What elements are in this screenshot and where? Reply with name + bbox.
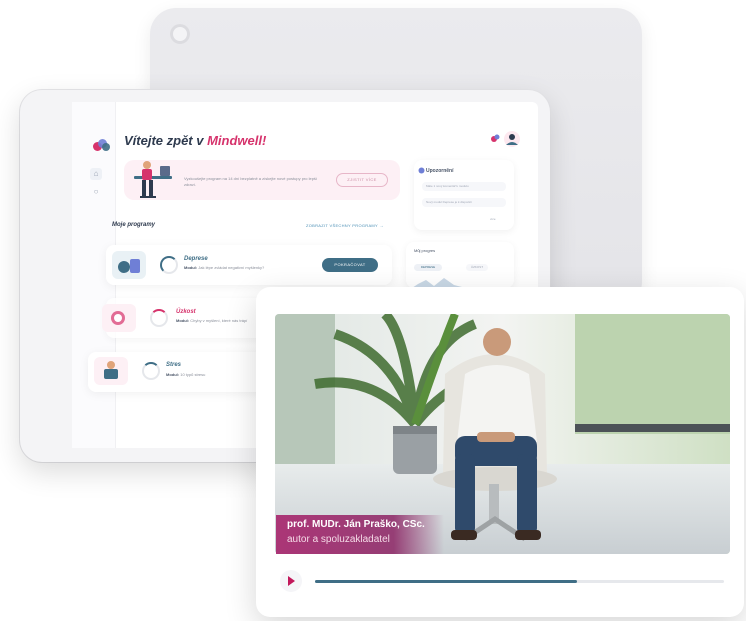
welcome-brand: Mindwell! bbox=[207, 133, 267, 148]
notification-item[interactable]: Nový modul Deprese je k dispozici bbox=[422, 198, 506, 207]
program-name: Deprese bbox=[184, 256, 208, 262]
notification-item[interactable]: Máte 1 nový komentář k modulu bbox=[422, 182, 506, 191]
notifications-more-link[interactable]: více bbox=[490, 217, 496, 221]
program-progress-ring bbox=[160, 256, 178, 274]
program-thumbnail bbox=[112, 251, 146, 279]
program-module: Modul: Jak lépe zvládat negativní myšlen… bbox=[184, 265, 265, 270]
program-progress-ring bbox=[142, 362, 160, 380]
hero-text: Vyzkoušejte program na 14 dní bezplatně … bbox=[184, 176, 318, 187]
programs-section-title: Moje programy bbox=[112, 222, 156, 228]
program-thumbnail bbox=[94, 357, 128, 385]
continue-button[interactable]: POKRAČOVAT bbox=[322, 258, 378, 272]
program-module: Modul: 10 typů stresu bbox=[166, 372, 206, 377]
user-area[interactable] bbox=[488, 130, 522, 148]
program-progress-ring bbox=[150, 309, 168, 327]
progress-tab[interactable]: ÚZKOST bbox=[466, 264, 488, 271]
program-name: Stres bbox=[166, 362, 182, 368]
home-icon[interactable]: ⌂ bbox=[90, 168, 102, 180]
person-at-desk-illustration bbox=[134, 161, 172, 198]
program-module: Modul: Chyby v myšlení, které nás trápí bbox=[176, 318, 248, 323]
page-title: Vítejte zpět v Mindwell! bbox=[124, 133, 266, 148]
progress-tab[interactable]: DEPRESE bbox=[414, 264, 442, 271]
camera-lens bbox=[170, 24, 190, 44]
bell-icon bbox=[418, 167, 425, 174]
notifications-title: Upozornění bbox=[426, 168, 454, 174]
chat-icon[interactable]: ○ bbox=[90, 186, 102, 198]
play-icon[interactable] bbox=[280, 570, 302, 592]
avatar[interactable] bbox=[504, 131, 520, 147]
progress-area-chart bbox=[412, 278, 466, 288]
see-all-programs-link[interactable]: ZOBRAZIT VŠECHNY PROGRAMY → bbox=[306, 223, 384, 228]
notification-icon[interactable] bbox=[491, 134, 500, 143]
program-name: Úzkost bbox=[176, 309, 196, 315]
seek-bar-progress bbox=[315, 580, 577, 583]
welcome-prefix: Vítejte zpět v bbox=[124, 133, 204, 148]
presenter-name: prof. MUDr. Ján Praško, CSc. bbox=[287, 519, 425, 530]
program-thumbnail bbox=[102, 304, 136, 332]
presenter-caption: prof. MUDr. Ján Praško, CSc. autor a spo… bbox=[276, 515, 444, 554]
my-progress-title: Můj progres bbox=[414, 248, 436, 253]
presenter-role: autor a spoluzakladatel bbox=[287, 534, 390, 545]
learn-more-button[interactable]: ZJISTIT VÍCE bbox=[336, 173, 388, 187]
mindwell-logo-icon[interactable] bbox=[93, 139, 111, 151]
